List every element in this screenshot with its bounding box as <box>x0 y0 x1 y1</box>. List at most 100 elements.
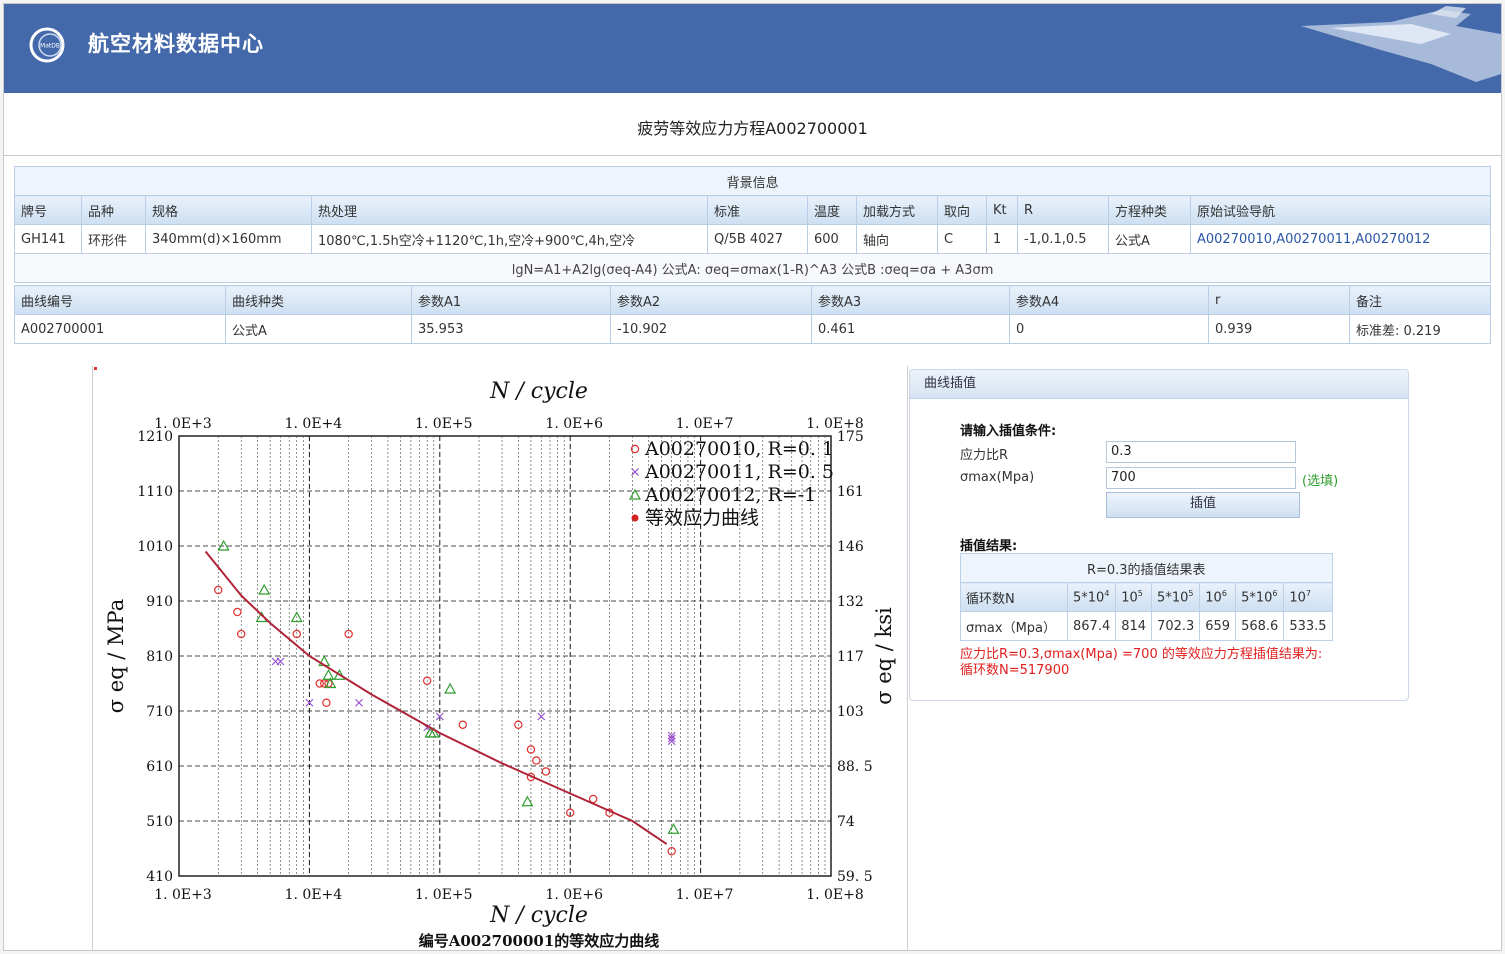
interp-result-table: R=0.3的插值结果表 循环数N 5*104 105 5*105 106 5*1… <box>960 553 1333 641</box>
sn-chart: N / cycle 1210 1751110 1611010 146910 132810… <box>94 367 896 950</box>
x-tick-label-top: 1. 0E+8 <box>806 416 864 432</box>
interpolate-button[interactable]: 插值 <box>1106 492 1300 518</box>
cell-product: 环形件 <box>81 224 146 254</box>
col-header-temperature: 温度 <box>807 195 857 225</box>
y-tick-label-right: 117 <box>837 649 864 665</box>
chart-caption: 编号A002700001的等效应力曲线 <box>419 932 660 950</box>
y-tick-label: 810 <box>146 649 173 665</box>
cycle-cell: 5*106 <box>1235 582 1285 612</box>
col-header-kt: Kt <box>986 195 1018 225</box>
y-tick-label: 410 <box>146 869 173 885</box>
smax-cell: 533.5 <box>1283 611 1333 641</box>
cell-note: 标准差: 0.219 <box>1349 314 1491 344</box>
x-tick-label-top: 1. 0E+3 <box>154 416 212 432</box>
page-title: 疲劳等效应力方程A002700001 <box>637 119 868 138</box>
smax-label: σmax(Mpa) <box>960 470 1035 485</box>
y-tick-label-right: 74 <box>837 814 855 830</box>
x-tick-label: 1. 0E+7 <box>676 887 734 903</box>
smax-input[interactable]: 700 <box>1106 467 1296 489</box>
x-tick-label-top: 1. 0E+4 <box>285 416 343 432</box>
x-tick-label: 1. 0E+3 <box>154 887 212 903</box>
cell-r-coef: 0.939 <box>1208 314 1350 344</box>
y-tick-label: 1110 <box>137 484 173 500</box>
stress-ratio-input[interactable]: 0.3 <box>1106 441 1296 463</box>
cycle-cell: 106 <box>1199 582 1237 612</box>
y-tick-label-right: 103 <box>837 704 864 720</box>
col-header-note: 备注 <box>1349 285 1491 315</box>
jet-plane-icon <box>1301 6 1501 82</box>
legend-marker <box>631 514 639 522</box>
logo-text: MatDB <box>40 43 60 50</box>
table-row: σmax（Mpa） 867.4 814 702.3 659 568.6 533.… <box>960 611 1333 641</box>
y-tick-label: 910 <box>146 594 173 610</box>
smax-cell: 568.6 <box>1235 611 1285 641</box>
y-tick-label-right: 59. 5 <box>837 869 873 885</box>
legend-entry: A00270012, R=-1 <box>644 484 816 506</box>
chart-title: N / cycle <box>489 379 588 404</box>
cell-curve-type: 公式A <box>225 314 412 344</box>
y-tick-label: 1010 <box>137 539 173 555</box>
x-axis-label: N / cycle <box>489 903 588 928</box>
col-header-r-coef: r <box>1208 285 1350 315</box>
smax-cell: 814 <box>1115 611 1153 641</box>
col-header-spec: 规格 <box>145 195 312 225</box>
col-header-a3: 参数A3 <box>811 285 1010 315</box>
test-navigation-links[interactable]: A00270010,A00270011,A00270012 <box>1189 224 1492 254</box>
col-header-orientation: 取向 <box>937 195 987 225</box>
y-tick-label-right: 132 <box>837 594 864 610</box>
interp-result-message: 应力比R=0.3,σmax(Mpa) =700 的等效应力方程插值结果为: 循环… <box>960 647 1380 679</box>
y-tick-label-right: 88. 5 <box>837 759 873 775</box>
cell-kt: 1 <box>986 224 1018 254</box>
col-header-r: R <box>1017 195 1109 225</box>
cycle-header: 循环数N <box>960 582 1068 612</box>
col-header-heat-treatment: 热处理 <box>311 195 708 225</box>
legend-entry: A00270011, R=0. 5 <box>644 461 834 483</box>
optional-hint: (选填) <box>1302 474 1339 489</box>
cell-curve-id: A002700001 <box>14 314 226 344</box>
y-tick-label: 610 <box>146 759 173 775</box>
col-header-a4: 参数A4 <box>1009 285 1209 315</box>
col-header-equation-type: 方程种类 <box>1108 195 1191 225</box>
cycle-cell: 105 <box>1115 582 1153 612</box>
cell-a3: 0.461 <box>811 314 1010 344</box>
page-title-bar: 疲劳等效应力方程A002700001 <box>4 93 1501 156</box>
curve-params-table: 曲线编号 曲线种类 参数A1 参数A2 参数A3 参数A4 r 备注 A0027… <box>14 285 1491 344</box>
smax-cell: 659 <box>1199 611 1237 641</box>
x-tick-label-top: 1. 0E+5 <box>415 416 473 432</box>
table-row: 循环数N 5*104 105 5*105 106 5*106 107 <box>960 582 1333 612</box>
result-line-1: 应力比R=0.3,σmax(Mpa) =700 的等效应力方程插值结果为: <box>960 647 1323 662</box>
smax-cell: 702.3 <box>1151 611 1201 641</box>
x-tick-label-top: 1. 0E+6 <box>545 416 603 432</box>
background-info-caption: 背景信息 <box>13 166 1492 196</box>
col-header-test-navigation: 原始试验导航 <box>1189 195 1492 225</box>
cell-heat-treatment: 1080℃,1.5h空冷+1120℃,1h,空冷+900℃,4h,空冷 <box>311 224 708 254</box>
x-tick-label: 1. 0E+6 <box>545 887 603 903</box>
y-axis-label-left: σ eq / MPa <box>104 599 128 714</box>
x-tick-label: 1. 0E+4 <box>285 887 343 903</box>
x-tick-label: 1. 0E+8 <box>806 887 864 903</box>
cell-orientation: C <box>937 224 987 254</box>
y-tick-label: 510 <box>146 814 173 830</box>
col-header-a2: 参数A2 <box>610 285 812 315</box>
app-title: 航空材料数据中心 <box>88 32 264 56</box>
col-header-loading: 加载方式 <box>856 195 938 225</box>
cycle-cell: 107 <box>1283 582 1333 612</box>
smax-cell: 867.4 <box>1066 611 1117 641</box>
app-logo: MatDB <box>29 27 65 63</box>
sn-chart-panel: N / cycle 1210 175 1110 161 1010 146 910 132 810… <box>92 366 908 950</box>
y-tick-label-right: 146 <box>837 539 864 555</box>
cell-standard: Q/5B 4027 <box>707 224 808 254</box>
smax-row-header: σmax（Mpa） <box>960 611 1068 641</box>
legend-entry: 等效应力曲线 <box>645 507 759 529</box>
cell-temperature: 600 <box>807 224 857 254</box>
cell-grade: GH141 <box>14 224 82 254</box>
app-header: MatDB 航空材料数据中心 <box>4 4 1501 93</box>
cell-a4: 0 <box>1009 314 1209 344</box>
col-header-product: 品种 <box>81 195 146 225</box>
corner-marker <box>94 367 97 370</box>
background-info-table: 背景信息 牌号 品种 规格 热处理 标准 温度 加载方式 取向 Kt R 方程种… <box>13 166 1492 283</box>
cell-spec: 340mm(d)×160mm <box>145 224 312 254</box>
table-row: GH141 环形件 340mm(d)×160mm 1080℃,1.5h空冷+11… <box>14 224 1492 254</box>
cycle-cell: 5*104 <box>1066 582 1117 612</box>
cell-loading: 轴向 <box>856 224 938 254</box>
